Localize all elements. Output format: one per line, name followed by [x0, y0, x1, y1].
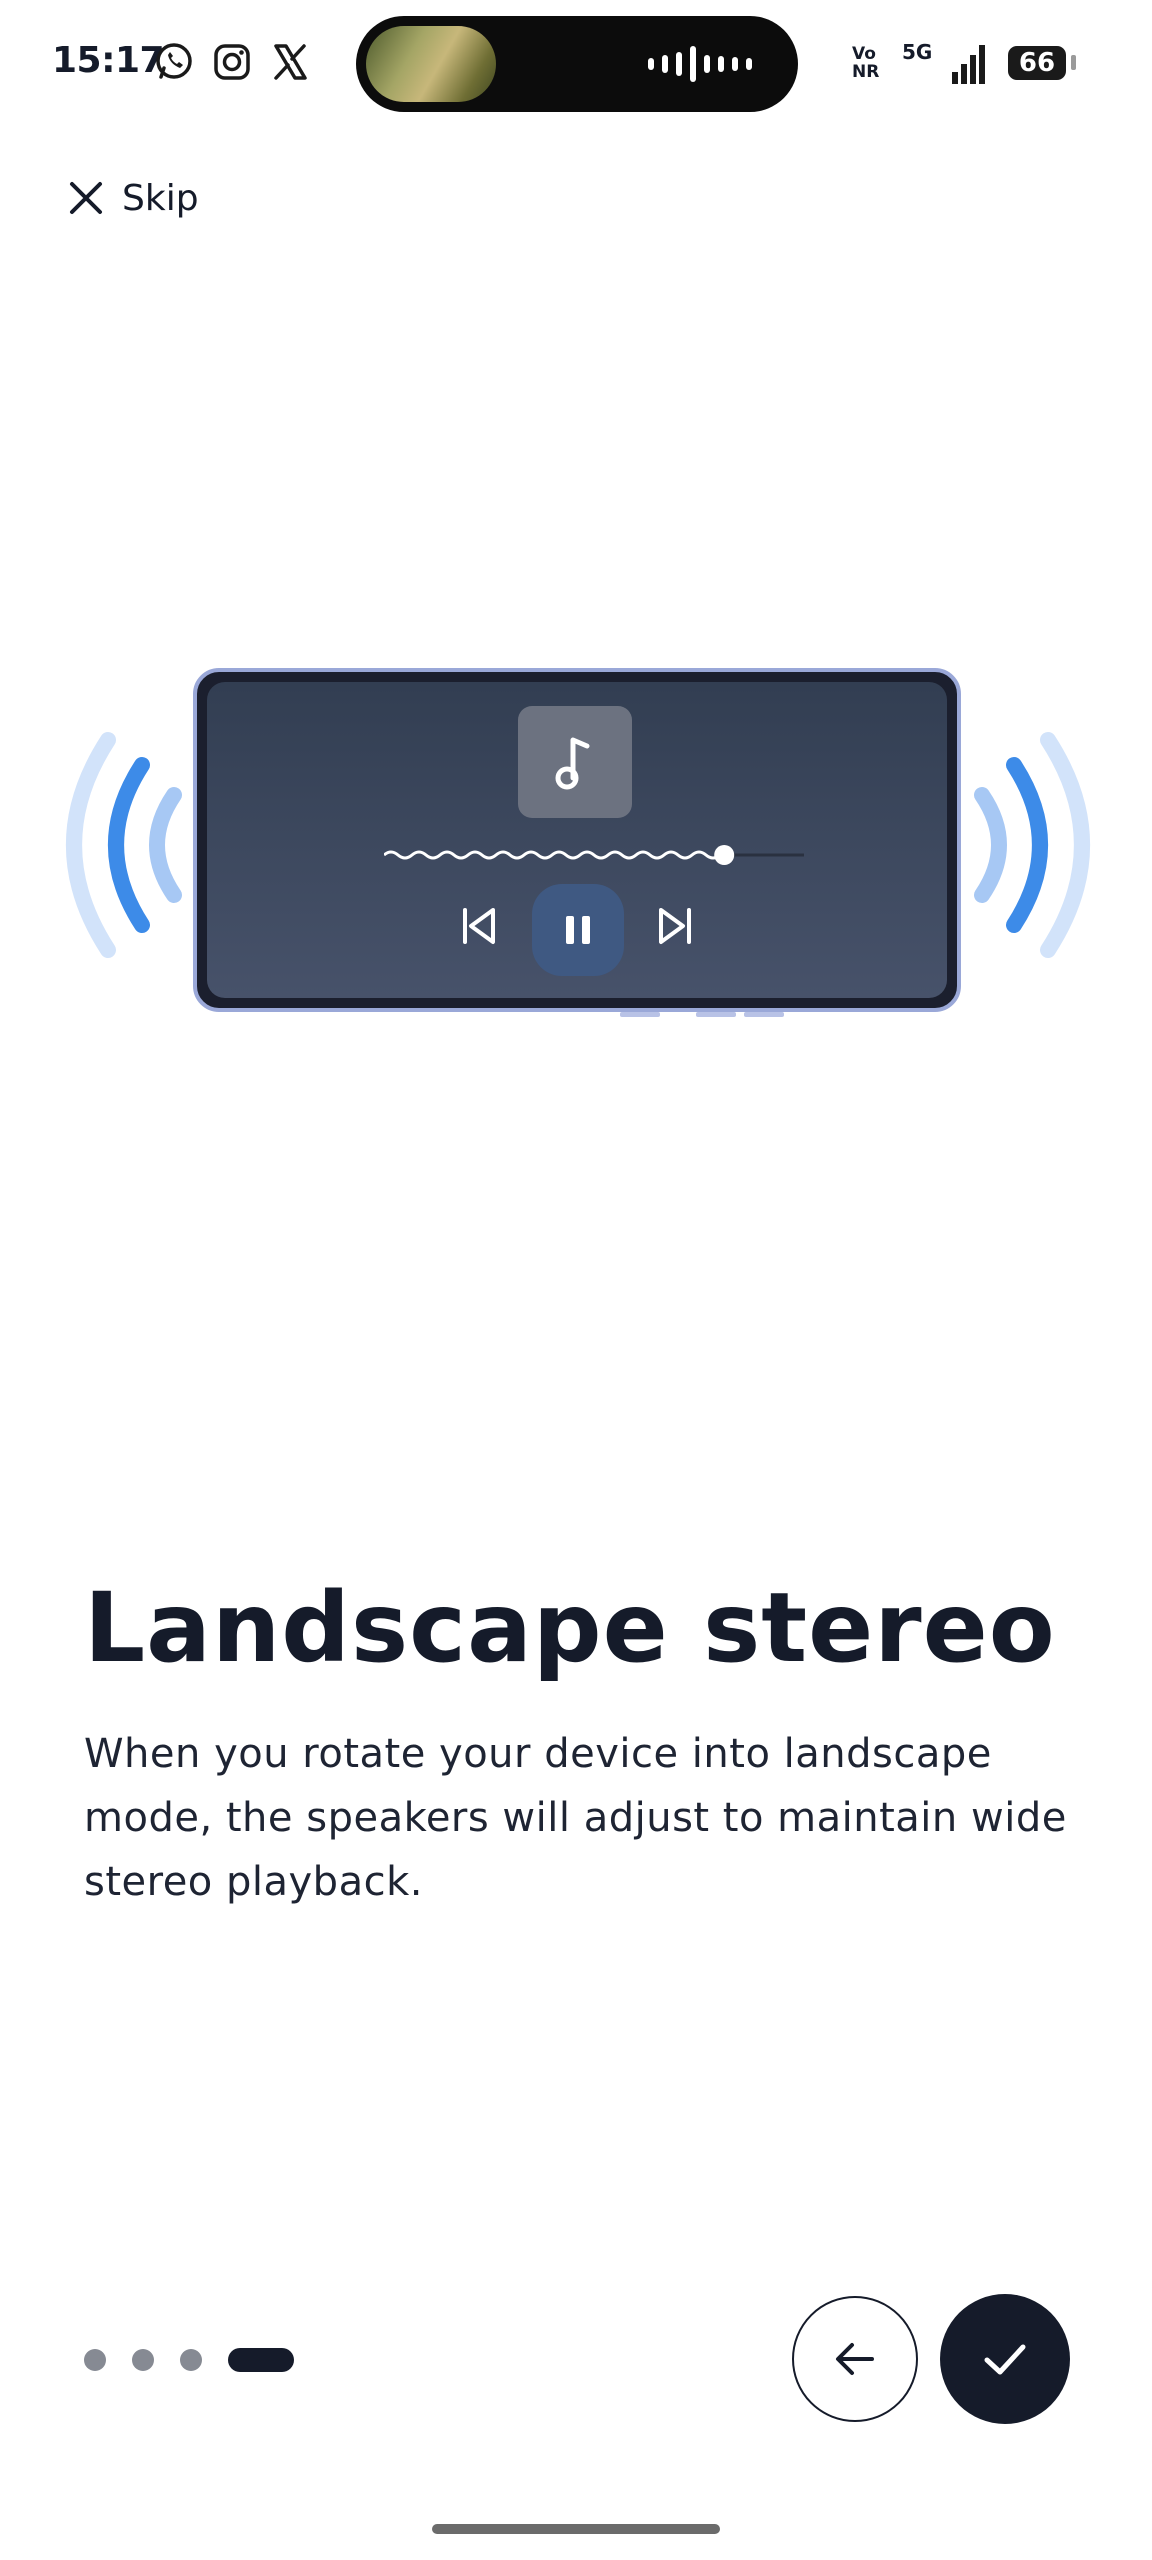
home-indicator[interactable]: [432, 2524, 720, 2534]
page-title: Landscape stereo: [84, 1572, 1056, 1684]
previous-button[interactable]: [455, 902, 503, 950]
back-button[interactable]: [792, 2296, 918, 2422]
pager-dot: [84, 2349, 106, 2371]
skip-previous-icon: [463, 908, 495, 944]
done-button[interactable]: [940, 2294, 1070, 2424]
media-thumbnail: [366, 26, 496, 102]
checkmark-icon: [984, 2344, 1026, 2375]
pager-dot: [180, 2349, 202, 2371]
volte-label: Vo: [852, 44, 876, 64]
progress-thumb[interactable]: [714, 845, 735, 865]
left-speaker-waves-icon: [66, 732, 182, 958]
battery-tip: [1071, 55, 1076, 70]
next-button[interactable]: [651, 902, 699, 950]
pager-dot: [132, 2349, 154, 2371]
audio-waveform-icon: [648, 46, 752, 82]
arrow-left-icon: [836, 2343, 874, 2375]
album-art: [518, 706, 632, 818]
signal-icon: [952, 45, 985, 84]
skip-button[interactable]: Skip: [66, 170, 199, 226]
music-note-icon: [555, 737, 590, 790]
5g-label: 5G: [902, 40, 933, 64]
instagram-icon: [214, 44, 250, 80]
status-bar: 15:17 Vo NR 5G 66: [0, 0, 1152, 130]
close-icon: [70, 182, 102, 214]
skip-label: Skip: [122, 177, 199, 219]
skip-next-icon: [659, 908, 691, 944]
pause-icon: [566, 916, 590, 944]
battery-level: 66: [1008, 46, 1066, 80]
page-description: When you rotate your device into landsca…: [84, 1731, 1067, 1905]
nr-label: NR: [852, 62, 880, 82]
pager-indicator: [84, 2348, 320, 2372]
x-icon: [274, 44, 307, 80]
playback-progress[interactable]: [384, 830, 814, 880]
right-speaker-waves-icon: [974, 732, 1090, 958]
whatsapp-icon: [156, 43, 192, 79]
pager-dot-active: [228, 2348, 294, 2372]
phone-buttons: [620, 1012, 784, 1017]
dynamic-island[interactable]: [356, 16, 798, 112]
pause-button[interactable]: [532, 884, 624, 976]
status-time: 15:17: [52, 40, 165, 81]
